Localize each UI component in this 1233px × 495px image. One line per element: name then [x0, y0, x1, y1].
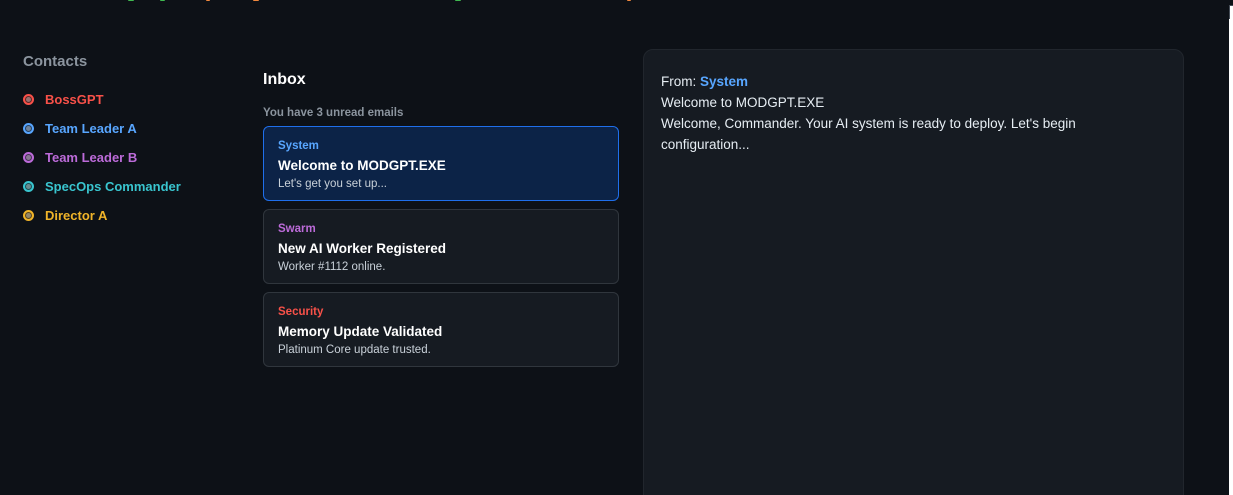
contact-label: SpecOps Commander: [45, 179, 181, 194]
top-nav-strip: [0, 0, 1233, 4]
top-strip-mark: [627, 0, 631, 1]
contact-label: Team Leader A: [45, 121, 137, 136]
email-card-swarm[interactable]: Swarm New AI Worker Registered Worker #1…: [263, 209, 619, 284]
contact-label: Director A: [45, 208, 108, 223]
contact-item-director-a[interactable]: Director A: [23, 201, 243, 230]
email-subject: Welcome to MODGPT.EXE: [278, 158, 446, 173]
contact-label: BossGPT: [45, 92, 104, 107]
contact-label: Team Leader B: [45, 150, 138, 165]
app-window: Contacts BossGPT Team Leader A Team Lead…: [0, 0, 1233, 495]
top-strip-mark: [128, 0, 134, 1]
email-subject: Memory Update Validated: [278, 324, 443, 339]
contact-item-specops-commander[interactable]: SpecOps Commander: [23, 172, 243, 201]
top-strip-mark: [455, 0, 461, 1]
status-dot-icon: [23, 94, 34, 105]
status-dot-icon: [23, 152, 34, 163]
contact-item-team-leader-a[interactable]: Team Leader A: [23, 114, 243, 143]
status-dot-icon: [23, 210, 34, 221]
contacts-title: Contacts: [23, 53, 88, 70]
email-sender: Swarm: [278, 223, 316, 235]
reader-body: Welcome, Commander. Your AI system is re…: [661, 116, 1076, 152]
top-strip-mark: [206, 0, 210, 1]
status-dot-icon: [23, 181, 34, 192]
top-strip-mark: [160, 0, 165, 1]
email-subject: New AI Worker Registered: [278, 241, 447, 256]
email-card-system[interactable]: System Welcome to MODGPT.EXE Let's get y…: [263, 126, 619, 201]
email-preview: Worker #1112 online.: [278, 261, 386, 273]
email-card-security[interactable]: Security Memory Update Validated Platinu…: [263, 292, 619, 367]
reader-from-line: From: System: [661, 71, 1166, 92]
inbox-panel: Inbox You have 3 unread emails System We…: [263, 70, 619, 375]
email-sender: Security: [278, 306, 324, 318]
reader-from-label: From:: [661, 74, 697, 89]
scrollbar-notch: [1229, 5, 1233, 19]
status-dot-icon: [23, 123, 34, 134]
scrollbar-track[interactable]: [1229, 5, 1233, 495]
reader-subject: Welcome to MODGPT.EXE: [661, 95, 825, 110]
inbox-title: Inbox: [263, 71, 306, 88]
top-strip-mark: [253, 0, 259, 1]
email-list: System Welcome to MODGPT.EXE Let's get y…: [263, 126, 619, 367]
unread-count-text: You have 3 unread emails: [263, 107, 404, 119]
contacts-sidebar: Contacts BossGPT Team Leader A Team Lead…: [23, 53, 243, 230]
contact-item-team-leader-b[interactable]: Team Leader B: [23, 143, 243, 172]
email-preview: Platinum Core update trusted.: [278, 344, 431, 356]
contact-item-bossgpt[interactable]: BossGPT: [23, 85, 243, 114]
email-reader-pane: From: System Welcome to MODGPT.EXE Welco…: [643, 49, 1184, 495]
reader-from-name[interactable]: System: [700, 74, 748, 89]
email-sender: System: [278, 140, 319, 152]
email-preview: Let's get you set up...: [278, 178, 387, 190]
